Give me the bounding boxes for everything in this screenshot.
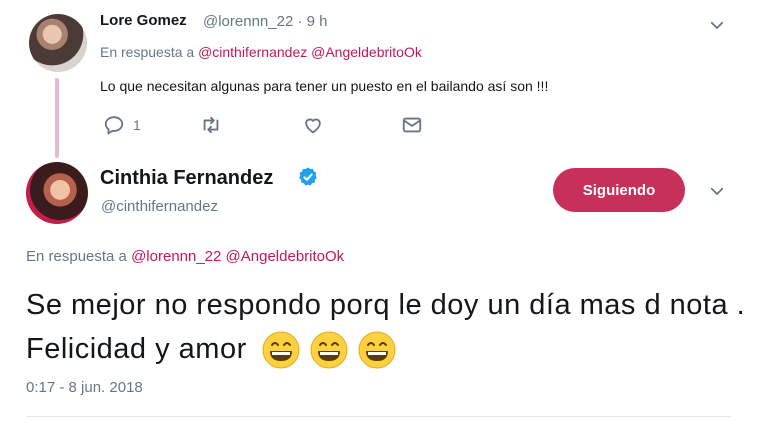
thread-connector-line: [55, 78, 59, 158]
like-icon: [305, 118, 321, 134]
reply-action[interactable]: 1: [103, 114, 141, 136]
following-button[interactable]: Siguiendo: [553, 168, 685, 212]
retweet-icon: [203, 116, 219, 134]
reply-count: 1: [133, 117, 141, 133]
reply-tweet-text: Lo que necesitan algunas para tener un p…: [100, 78, 549, 94]
reply-author-handle-time[interactable]: @lorennn_22 · 9 h: [203, 13, 327, 30]
reply-context: En respuesta a @cinthifernandez @Angelde…: [100, 44, 422, 60]
reply-mentions-link[interactable]: @cinthifernandez @AngeldebritoOk: [198, 44, 422, 60]
emoji-group: [261, 330, 397, 370]
message-icon: [402, 117, 422, 133]
grinning-emoji-icon: [262, 331, 300, 369]
chevron-down-icon[interactable]: [708, 182, 726, 205]
tweet-timestamp[interactable]: 0:17 - 8 jun. 2018: [26, 379, 143, 396]
divider: [26, 416, 731, 417]
main-reply-mentions-link[interactable]: @lorennn_22 @AngeldebritoOk: [131, 248, 344, 265]
direct-message-action[interactable]: [401, 114, 423, 136]
like-action[interactable]: [302, 114, 324, 136]
main-tweet-body: Se mejor no respondo porq le doy un día …: [26, 283, 746, 371]
retweet-action[interactable]: [200, 114, 222, 136]
avatar-cinthia-fernandez[interactable]: [26, 162, 88, 224]
main-author-name[interactable]: Cinthia Fernandez: [100, 167, 273, 190]
main-author-handle[interactable]: @cinthifernandez: [101, 198, 218, 215]
avatar-lore-gomez[interactable]: [29, 14, 87, 72]
verified-badge-icon: [299, 167, 317, 186]
main-reply-context: En respuesta a @lorennn_22 @Angeldebrito…: [26, 248, 344, 265]
reply-icon: [104, 116, 124, 135]
grinning-emoji-icon: [310, 331, 348, 369]
grinning-emoji-icon: [358, 331, 396, 369]
main-reply-prefix: En respuesta a: [26, 248, 127, 265]
reply-prefix: En respuesta a: [100, 44, 195, 60]
chevron-down-icon[interactable]: [708, 16, 726, 39]
reply-author-name[interactable]: Lore Gomez: [100, 12, 187, 29]
